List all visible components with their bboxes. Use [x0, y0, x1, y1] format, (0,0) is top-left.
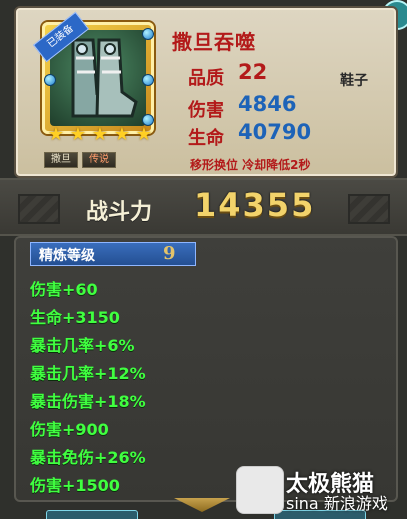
combat-power-bar: 战斗力 14355: [0, 178, 407, 236]
item-name: 撒旦吞噬: [172, 30, 256, 54]
star-icon: ★: [69, 123, 87, 145]
combat-power-value: 14355: [194, 186, 316, 224]
damage-label: 伤害: [188, 100, 224, 121]
watermark: 太极熊猫 sina 新浪游戏: [232, 462, 404, 516]
life-label: 生命: [188, 128, 224, 149]
refine-level-label: 精炼等级: [39, 248, 95, 264]
attribute-line: 伤害+60: [30, 280, 98, 299]
equipment-detail-panel: 已装备 ★ ★ ★ ★ ★ 撒旦 传说 撒旦吞噬 品质 22 鞋子 伤害 484…: [0, 0, 407, 519]
refine-level-value: 9: [163, 243, 176, 264]
item-info-card: 已装备 ★ ★ ★ ★ ★ 撒旦 传说 撒旦吞噬 品质 22 鞋子 伤害 484…: [14, 6, 398, 178]
panda-logo-icon: [236, 466, 284, 514]
item-slot: 鞋子: [340, 73, 368, 89]
star-icon: ★: [135, 123, 153, 145]
star-icon: ★: [91, 123, 109, 145]
scroll-down-arrow-icon[interactable]: [174, 498, 230, 512]
gem-icon: [44, 74, 56, 86]
decor-slash: [348, 194, 390, 224]
quality-value: 22: [238, 60, 268, 84]
attribute-line: 暴击伤害+18%: [30, 392, 146, 411]
damage-value: 4846: [238, 92, 297, 116]
item-tags: 撒旦 传说: [44, 152, 116, 168]
decor-slash: [18, 194, 60, 224]
attribute-line: 暴击几率+6%: [30, 336, 135, 355]
tag-set: 撒旦: [44, 152, 78, 168]
star-icon: ★: [113, 123, 131, 145]
item-icon-frame[interactable]: 已装备: [32, 11, 154, 134]
star-rating: ★ ★ ★ ★ ★: [46, 123, 162, 145]
attribute-line: 伤害+900: [30, 420, 109, 439]
life-value: 40790: [238, 120, 312, 144]
watermark-subtitle: sina 新浪游戏: [286, 494, 388, 513]
gem-icon: [142, 28, 154, 40]
attribute-line: 暴击免伤+26%: [30, 448, 146, 467]
combat-power-label: 战斗力: [86, 200, 153, 225]
skill-effect: 移形换位 冷却降低2秒: [190, 158, 311, 172]
quality-label: 品质: [188, 68, 224, 89]
tag-rarity: 传说: [82, 152, 116, 168]
attribute-line: 伤害+1500: [30, 476, 120, 495]
attribute-line: 暴击几率+12%: [30, 364, 146, 383]
gem-icon: [142, 74, 154, 86]
bottom-tab-left[interactable]: [46, 510, 138, 519]
star-icon: ★: [47, 123, 65, 145]
attribute-line: 生命+3150: [30, 308, 120, 327]
refine-level-row: 精炼等级 9: [30, 242, 196, 266]
